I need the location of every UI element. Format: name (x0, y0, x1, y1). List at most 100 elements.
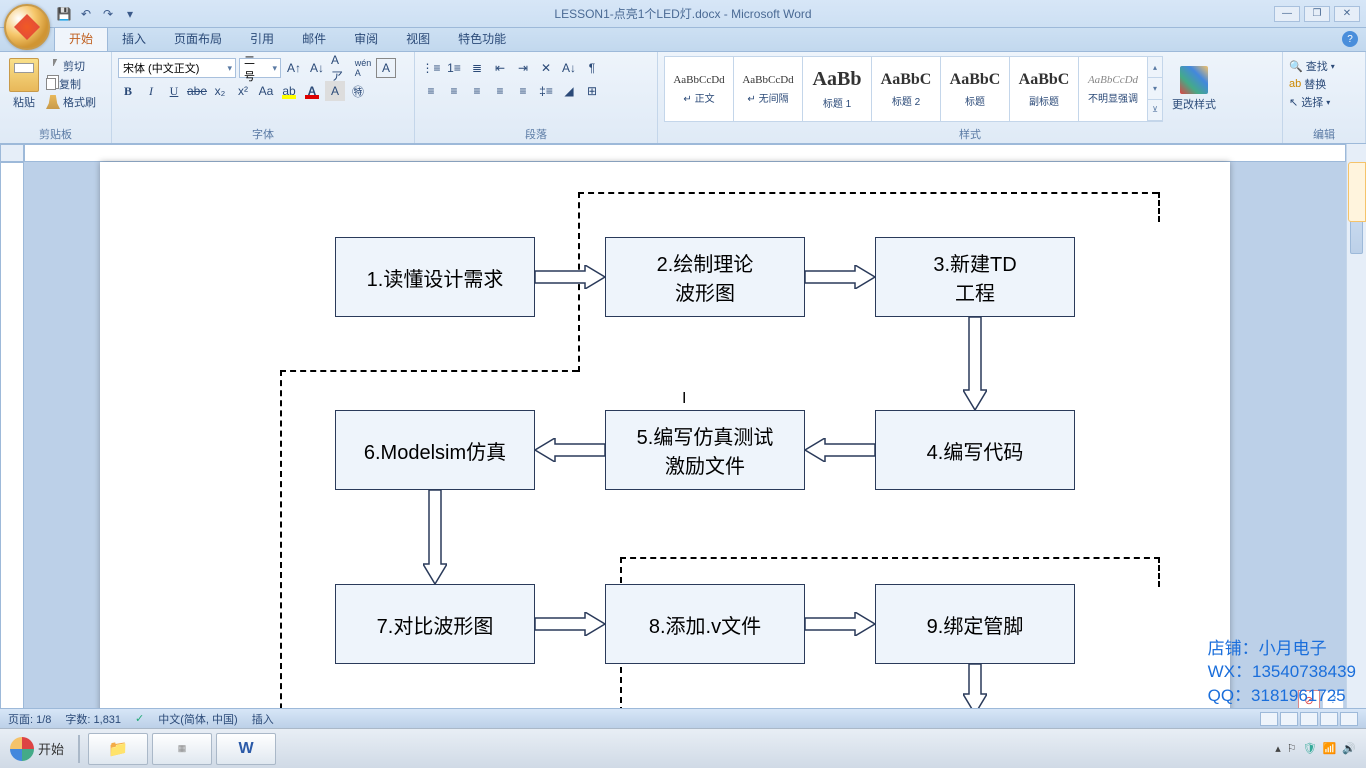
tab-view[interactable]: 视图 (392, 26, 444, 51)
status-words[interactable]: 字数: 1,831 (65, 711, 121, 727)
line-spacing-button[interactable]: ‡≡ (536, 81, 556, 101)
superscript-button[interactable]: x² (233, 81, 253, 101)
highlight-button[interactable]: ab (279, 81, 299, 101)
side-tab-1[interactable] (1348, 162, 1366, 222)
font-name-dropdown[interactable]: 宋体 (中文正文) (118, 58, 236, 78)
tray-volume-icon[interactable]: 🔊 (1342, 742, 1356, 755)
group-paragraph: ⋮≡ 1≡ ≣ ⇤ ⇥ ✕ A↓ ¶ ≡ ≡ ≡ ≡ ≡ ‡≡ ◢ ⊞ 段落 (415, 52, 658, 143)
status-proof-icon[interactable]: ✓ (135, 712, 144, 725)
show-marks-button[interactable]: ¶ (582, 58, 602, 78)
start-button[interactable]: 开始 (0, 729, 74, 768)
status-lang[interactable]: 中文(简体, 中国) (158, 711, 237, 727)
undo-icon[interactable]: ↶ (78, 6, 94, 22)
arrow-down-icon (963, 664, 987, 710)
taskbar-app2[interactable]: ▦ (152, 733, 212, 765)
view-draft-button[interactable] (1340, 712, 1358, 726)
tray-shield-icon[interactable]: 🛡 (1303, 742, 1317, 755)
multilevel-button[interactable]: ≣ (467, 58, 487, 78)
redo-icon[interactable]: ↷ (100, 6, 116, 22)
style-subtitle[interactable]: AaBbC副标题 (1009, 56, 1079, 122)
bold-button[interactable]: B (118, 81, 138, 101)
tab-insert[interactable]: 插入 (108, 26, 160, 51)
dash-line (280, 370, 578, 372)
style-heading2[interactable]: AaBbC标题 2 (871, 56, 941, 122)
shrink-font-button[interactable]: A↓ (307, 58, 327, 78)
style-heading1[interactable]: AaBb标题 1 (802, 56, 872, 122)
align-left-button[interactable]: ≡ (421, 81, 441, 101)
bullets-button[interactable]: ⋮≡ (421, 58, 441, 78)
sort-button[interactable]: A↓ (559, 58, 579, 78)
grow-font-button[interactable]: A↑ (284, 58, 304, 78)
char-border-button[interactable]: A (376, 58, 396, 78)
phonetic-button[interactable]: wénA (353, 58, 373, 78)
distribute-button[interactable]: ≡ (513, 81, 533, 101)
save-icon[interactable]: 💾 (56, 6, 72, 22)
view-outline-button[interactable] (1320, 712, 1338, 726)
view-print-button[interactable] (1260, 712, 1278, 726)
tab-layout[interactable]: 页面布局 (160, 26, 236, 51)
tab-special[interactable]: 特色功能 (444, 26, 520, 51)
font-color-button[interactable]: A (302, 81, 322, 101)
asian-layout-button[interactable]: ✕ (536, 58, 556, 78)
align-center-button[interactable]: ≡ (444, 81, 464, 101)
subscript-button[interactable]: x₂ (210, 81, 230, 101)
borders-button[interactable]: ⊞ (582, 81, 602, 101)
status-page[interactable]: 页面: 1/8 (8, 711, 51, 727)
flowchart: 1.读懂设计需求 2.绘制理论波形图 3.新建TD工程 6.Modelsim仿真… (100, 162, 1230, 710)
styles-gallery-more[interactable]: ▴▾⊻ (1147, 56, 1163, 122)
quick-access-toolbar: 💾 ↶ ↷ ▾ (56, 6, 138, 22)
find-button[interactable]: 🔍查找▾ (1289, 58, 1359, 74)
tab-mailings[interactable]: 邮件 (288, 26, 340, 51)
clear-format-button[interactable]: Aア (330, 58, 350, 78)
format-painter-button[interactable]: 格式刷 (46, 94, 96, 110)
view-web-button[interactable] (1300, 712, 1318, 726)
copy-button[interactable]: 复制 (46, 76, 96, 92)
tab-home[interactable]: 开始 (54, 25, 108, 51)
restore-button[interactable]: ❐ (1304, 6, 1330, 22)
paste-button[interactable]: 粘贴 (6, 54, 42, 110)
office-button[interactable] (4, 4, 50, 50)
style-subtle[interactable]: AaBbCcDd不明显强调 (1078, 56, 1148, 122)
taskbar-word[interactable]: W (216, 733, 276, 765)
tab-references[interactable]: 引用 (236, 26, 288, 51)
ruler-horizontal[interactable] (24, 144, 1346, 162)
taskbar-explorer[interactable]: 📁 (88, 733, 148, 765)
select-button[interactable]: ↖选择▾ (1289, 94, 1359, 110)
replace-button[interactable]: ab替换 (1289, 76, 1359, 92)
shading-button[interactable]: ◢ (559, 81, 579, 101)
underline-button[interactable]: U (164, 81, 184, 101)
minimize-button[interactable]: — (1274, 6, 1300, 22)
arrow-down-icon (963, 317, 987, 410)
style-normal[interactable]: AaBbCcDd↵ 正文 (664, 56, 734, 122)
change-case-button[interactable]: Aa (256, 81, 276, 101)
qat-dropdown-icon[interactable]: ▾ (122, 6, 138, 22)
status-mode[interactable]: 插入 (252, 711, 274, 727)
window-controls: — ❐ ✕ (1274, 6, 1366, 22)
font-size-dropdown[interactable]: 二号 (239, 58, 281, 78)
tray-flag-icon[interactable]: ⚐ (1287, 742, 1297, 755)
strike-button[interactable]: abe (187, 81, 207, 101)
tab-review[interactable]: 审阅 (340, 26, 392, 51)
arrow-left-icon (535, 438, 605, 462)
ruler-vertical[interactable] (0, 162, 24, 710)
close-button[interactable]: ✕ (1334, 6, 1360, 22)
scrollbar-vertical[interactable] (1346, 144, 1366, 710)
tray-chevron-icon[interactable]: ▴ (1275, 742, 1281, 755)
tray-network-icon[interactable]: 📶 (1323, 742, 1337, 755)
justify-button[interactable]: ≡ (490, 81, 510, 101)
char-shading-button[interactable]: A (325, 81, 345, 101)
indent-decrease-button[interactable]: ⇤ (490, 58, 510, 78)
help-icon[interactable]: ? (1342, 31, 1358, 47)
cut-button[interactable]: 剪切 (46, 58, 96, 74)
indent-increase-button[interactable]: ⇥ (513, 58, 533, 78)
style-title[interactable]: AaBbC标题 (940, 56, 1010, 122)
page[interactable]: 1.读懂设计需求 2.绘制理论波形图 3.新建TD工程 6.Modelsim仿真… (100, 162, 1230, 710)
change-styles-button[interactable]: 更改样式 (1169, 56, 1219, 122)
ribbon-tabs: 开始 插入 页面布局 引用 邮件 审阅 视图 特色功能 ? (0, 28, 1366, 52)
align-right-button[interactable]: ≡ (467, 81, 487, 101)
numbering-button[interactable]: 1≡ (444, 58, 464, 78)
enclose-char-button[interactable]: ㊕ (348, 81, 368, 101)
style-nospacing[interactable]: AaBbCcDd↵ 无间隔 (733, 56, 803, 122)
view-fullscreen-button[interactable] (1280, 712, 1298, 726)
italic-button[interactable]: I (141, 81, 161, 101)
